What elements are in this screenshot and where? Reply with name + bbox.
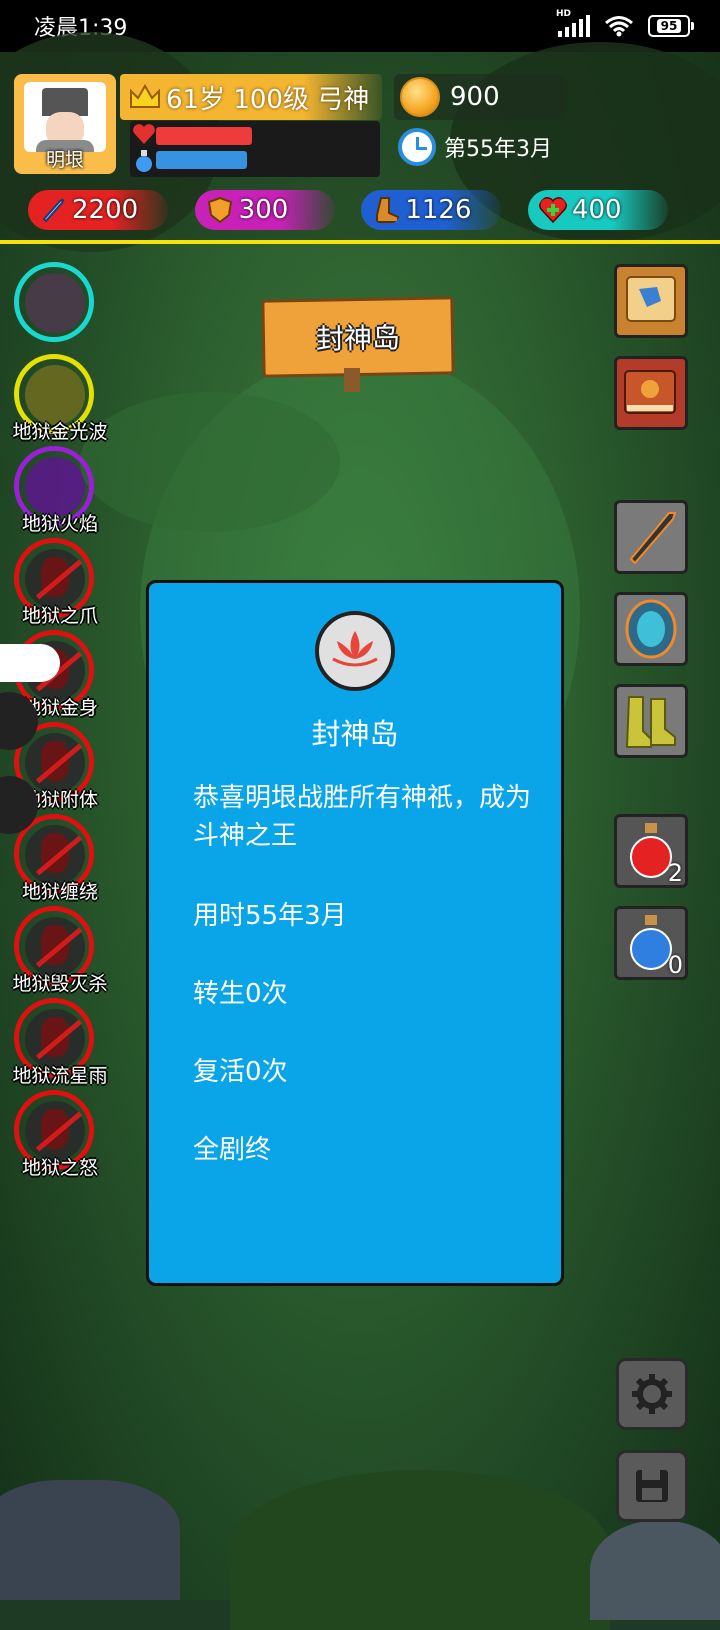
skill-label: 地狱流星雨 [12, 1065, 108, 1087]
dialog-title: 封神岛 [311, 717, 399, 751]
blue-potion-slot[interactable]: 0 [614, 906, 688, 980]
avatar-portrait [24, 82, 106, 152]
skill-slot[interactable]: 地狱金光波 [12, 354, 108, 443]
mana-potion-icon [136, 150, 152, 172]
network-label: HD [556, 9, 572, 19]
speed-stat: 1126 [361, 190, 502, 230]
skill-slot[interactable]: 地狱之怒 [14, 1090, 98, 1179]
skill-label: 地狱缠绕 [21, 881, 98, 903]
hp-mp-bars [130, 121, 380, 177]
spellbook-button[interactable] [614, 356, 688, 430]
skill-label: 地狱之爪 [21, 605, 98, 627]
level-title: 61岁 100级 弓神 [166, 84, 370, 115]
location-sign: 封神岛 [261, 296, 455, 378]
skill-label: 地狱火焰 [21, 513, 98, 535]
battery-icon: 95 [648, 15, 694, 37]
attack-stat: 2200 [28, 190, 168, 230]
heart-icon [133, 124, 155, 144]
speed-value: 1126 [405, 195, 472, 225]
side-drawer-tab[interactable] [0, 644, 60, 682]
coin-icon [400, 77, 440, 117]
weapon-slot[interactable] [614, 500, 688, 574]
health-stat: 400 [527, 190, 668, 230]
crown-icon [130, 84, 160, 108]
sword-icon [42, 196, 67, 223]
status-icons: HD 95 [556, 9, 694, 37]
boots-icon [625, 696, 676, 748]
save-button[interactable] [616, 1450, 688, 1522]
skull-icon [25, 273, 85, 333]
signal-icon: HD [556, 9, 590, 37]
gear-icon [632, 1374, 672, 1414]
lotus-icon [332, 631, 378, 667]
skill-slot[interactable]: 地狱毁灭杀 [12, 906, 108, 995]
hud-divider [0, 240, 720, 244]
wifi-icon [605, 16, 633, 37]
floppy-icon [636, 1470, 668, 1502]
time-used-text: 用时55年3月 [193, 901, 347, 931]
location-name: 封神岛 [315, 321, 401, 356]
armor-slot[interactable] [614, 592, 688, 666]
skill-label: 地狱毁灭杀 [12, 973, 108, 995]
skill-slot[interactable]: 地狱之爪 [14, 538, 98, 627]
defense-stat: 300 [194, 190, 335, 230]
map-scroll-button[interactable] [614, 264, 688, 338]
rebirth-count-text: 转生0次 [193, 979, 288, 1009]
ending-text: 全剧终 [193, 1135, 272, 1165]
map-scroll-icon [626, 276, 676, 322]
revive-count-text: 复活0次 [193, 1057, 288, 1087]
skill-icon [25, 457, 85, 517]
armor-icon [625, 599, 677, 659]
health-value: 400 [571, 195, 622, 225]
stats-row: 2200 300 1126 400 [28, 190, 668, 234]
sign-post [344, 368, 360, 392]
boot-icon [376, 197, 400, 223]
defense-value: 300 [238, 195, 289, 225]
hp-bar [156, 127, 252, 145]
sword-icon [629, 512, 677, 565]
red-potion-slot[interactable]: 2 [614, 814, 688, 888]
skill-label: 地狱金光波 [12, 421, 108, 443]
gold-counter: 900 [394, 74, 564, 120]
gold-amount: 900 [450, 82, 500, 112]
skill-slot[interactable]: 地狱流星雨 [12, 998, 108, 1087]
dialog-message: 恭喜明垠战胜所有神祇，成为斗神之王 [193, 783, 532, 851]
attack-value: 2200 [72, 195, 139, 225]
skill-slot[interactable]: 地狱火焰 [14, 446, 98, 535]
player-name: 明垠 [45, 149, 84, 171]
boots-slot[interactable] [614, 684, 688, 758]
skill-icon [25, 365, 85, 425]
shield-icon [207, 196, 232, 224]
lotus-emblem [315, 611, 395, 691]
battery-level: 95 [656, 19, 682, 33]
settings-button[interactable] [616, 1358, 688, 1430]
skill-label: 地狱之怒 [21, 1157, 98, 1179]
mp-bar [156, 151, 247, 169]
skill-slot[interactable] [14, 262, 94, 342]
heart-plus-icon [539, 197, 567, 224]
red-potion-count: 2 [667, 859, 683, 887]
level-banner: 61岁 100级 弓神 [120, 74, 382, 120]
ending-dialog[interactable]: 封神岛 恭喜明垠战胜所有神祇，成为斗神之王 用时55年3月 转生0次 复活0次 … [146, 580, 564, 1286]
book-icon [624, 370, 676, 414]
game-date: 第55年3月 [398, 128, 552, 166]
clock-icon [398, 128, 436, 166]
blue-potion-count: 0 [667, 951, 683, 979]
date-text: 第55年3月 [444, 137, 552, 162]
player-avatar[interactable]: 明垠 [14, 74, 116, 174]
